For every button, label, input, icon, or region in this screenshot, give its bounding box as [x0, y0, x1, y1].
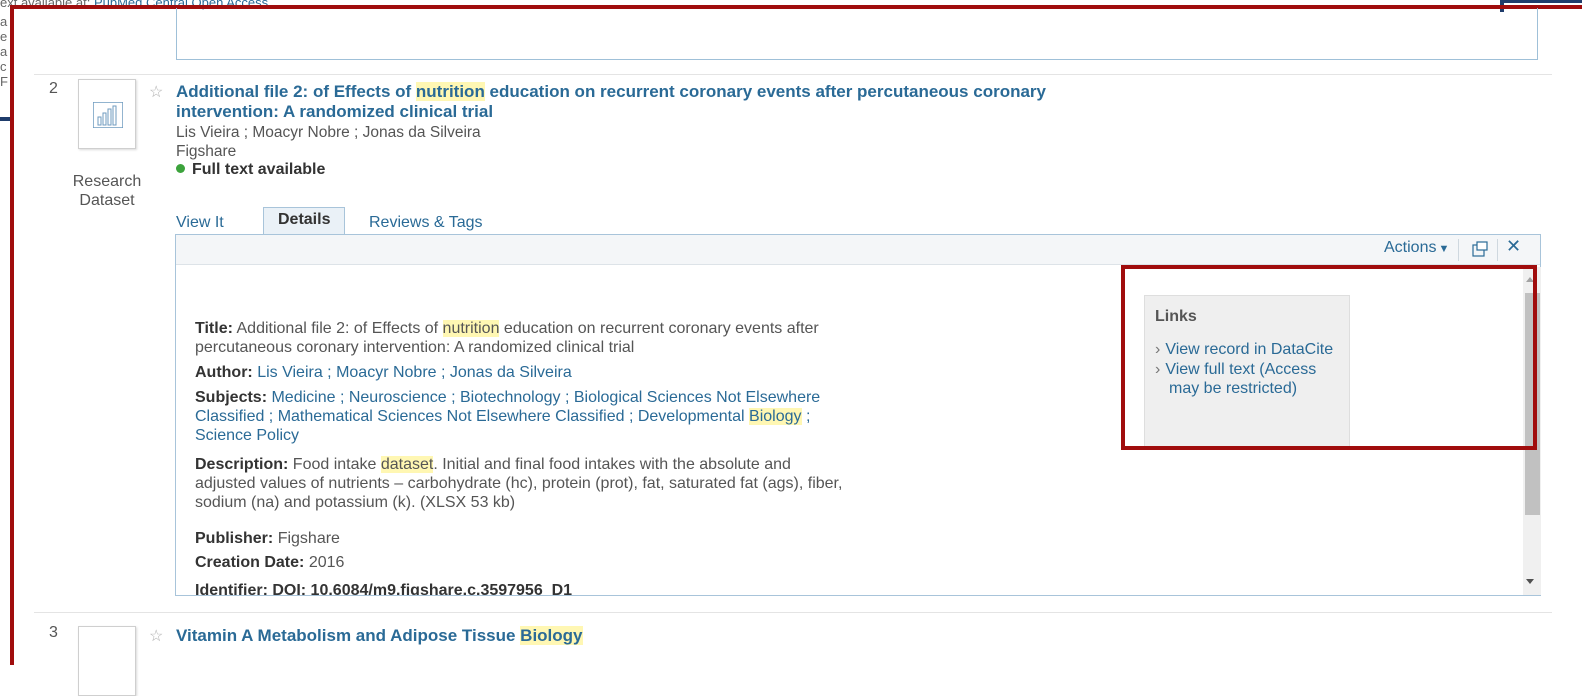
tab-details[interactable]: Details — [263, 207, 346, 235]
detail-subjects-link[interactable]: Classified ; Mathematical Sciences Not E… — [195, 408, 749, 425]
record-thumbnail[interactable] — [78, 626, 136, 696]
detail-publisher-value: Figshare — [277, 530, 340, 547]
detail-description-text: Food intake — [292, 456, 381, 473]
detail-description-text: . Initial and final food intakes with th… — [433, 456, 791, 473]
detail-author-link[interactable]: Lis Vieira ; Moacyr Nobre ; Jonas da Sil… — [257, 364, 572, 381]
detail-creation-value: 2016 — [308, 554, 345, 571]
detail-description: Description: Food intake dataset. Initia… — [195, 455, 995, 512]
actions-menu[interactable]: Actions ▼ — [1384, 239, 1449, 257]
popout-icon[interactable] — [1472, 241, 1488, 257]
detail-author-label: Author: — [195, 364, 253, 381]
record-title[interactable]: Vitamin A Metabolism and Adipose Tissue … — [176, 626, 976, 646]
availability-status[interactable]: Full text available — [176, 161, 325, 179]
detail-publisher: Publisher: Figshare — [195, 529, 995, 548]
detail-subjects-link[interactable]: Medicine ; Neuroscience ; Biotechnology … — [271, 389, 820, 406]
bar-chart-icon — [93, 102, 123, 128]
record-title[interactable]: Additional file 2: of Effects of nutriti… — [176, 82, 1276, 122]
availability-text: Full text available — [192, 161, 326, 178]
record-number: 2 — [49, 80, 58, 97]
record-number: 3 — [49, 624, 58, 641]
record-source: Figshare — [176, 143, 237, 160]
record-authors: Lis Vieira ; Moacyr Nobre ; Jonas da Sil… — [176, 124, 481, 141]
close-icon[interactable]: ✕ — [1506, 236, 1521, 257]
search-term-highlight: dataset — [380, 456, 434, 473]
tab-reviews-tags[interactable]: Reviews & Tags — [369, 214, 483, 232]
detail-description-text: adjusted values of nutrients – carbohydr… — [195, 475, 843, 492]
record-title-text: education on recurrent coronary events a… — [484, 82, 1046, 101]
toolbar-divider — [1497, 239, 1498, 261]
links-highlight-frame — [1121, 265, 1537, 450]
actions-label: Actions — [1384, 239, 1437, 256]
detail-publisher-label: Publisher: — [195, 530, 274, 547]
chevron-down-icon: ▼ — [1438, 243, 1450, 255]
record-separator — [34, 74, 1552, 75]
detail-subjects-label: Subjects: — [195, 389, 268, 406]
detail-description-label: Description: — [195, 456, 289, 473]
detail-description-text: sodium (na) and potassium (k). (XLSX 53 … — [195, 494, 516, 511]
detail-subjects-link[interactable]: Science Policy — [195, 427, 299, 444]
tab-view-it[interactable]: View It — [176, 214, 224, 232]
detail-title-value: percutaneous coronary intervention: A ra… — [195, 339, 635, 356]
record-type: Research Dataset — [67, 172, 147, 210]
record-type-line: Research — [72, 173, 142, 190]
search-term-highlight: nutrition — [442, 320, 500, 337]
availability-dot-icon — [176, 164, 185, 173]
detail-creation-label: Creation Date: — [195, 554, 305, 571]
detail-title: Title: Additional file 2: of Effects of … — [195, 319, 995, 357]
scroll-down-arrow-icon[interactable] — [1526, 579, 1534, 584]
search-term-highlight[interactable]: Biology — [749, 408, 802, 425]
search-term-highlight: Biology — [520, 626, 583, 645]
detail-subjects: Subjects: Medicine ; Neuroscience ; Biot… — [195, 388, 995, 445]
detail-subjects-link[interactable]: ; — [802, 408, 810, 425]
search-term-highlight: nutrition — [415, 82, 485, 101]
record-title-text: intervention: A randomized clinical tria… — [176, 102, 494, 121]
record-type-line: Dataset — [79, 192, 135, 209]
detail-title-value: education on recurrent coronary events a… — [499, 320, 819, 337]
record-title-text: Additional file 2: of Effects of — [176, 82, 416, 101]
background-navy-bar — [1504, 0, 1582, 3]
details-toolbar: Actions ▼ ✕ — [176, 235, 1540, 265]
star-icon[interactable]: ☆ — [149, 626, 163, 646]
detail-identifier: Identifier: DOI: 10.6084/m9.figshare.c.3… — [195, 582, 573, 595]
previous-record-panel — [176, 8, 1538, 60]
dataset-thumbnail[interactable] — [78, 79, 136, 149]
detail-title-label: Title: — [195, 320, 233, 337]
detail-title-value: Additional file 2: of Effects of — [236, 320, 443, 337]
record-separator — [34, 612, 1552, 613]
toolbar-divider — [1458, 239, 1459, 261]
star-icon[interactable]: ☆ — [149, 82, 163, 102]
record-title-text: Vitamin A Metabolism and Adipose Tissue — [176, 626, 521, 645]
detail-creation-date: Creation Date: 2016 — [195, 553, 995, 572]
detail-author: Author: Lis Vieira ; Moacyr Nobre ; Jona… — [195, 363, 995, 382]
